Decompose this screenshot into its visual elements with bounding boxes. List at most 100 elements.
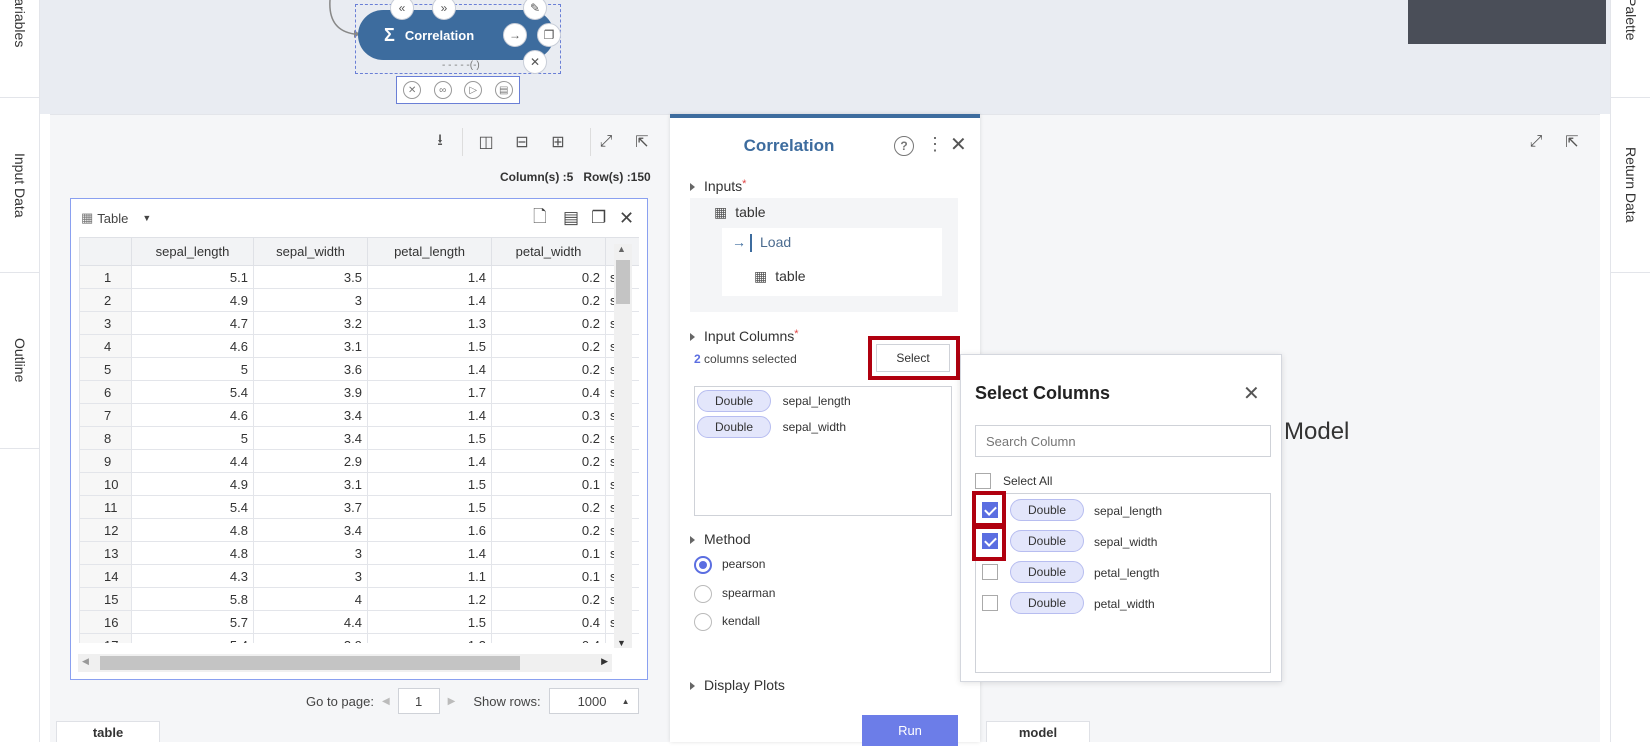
table-cell[interactable]: 1.5: [367, 495, 492, 519]
table-cell[interactable]: 3.1: [253, 334, 368, 358]
table-cell[interactable]: 3.9: [253, 380, 368, 404]
add-sheet-icon[interactable]: 🗋: [533, 204, 547, 233]
table-cell[interactable]: 5: [131, 426, 254, 450]
table-row[interactable]: 165.74.41.50.4se: [79, 610, 639, 634]
table-cell[interactable]: 0.2: [491, 587, 606, 611]
load-item[interactable]: → Load ▦ table: [722, 228, 942, 296]
column-header[interactable]: petal_width: [491, 237, 606, 266]
scroll-up-icon[interactable]: ▲: [617, 244, 626, 254]
popout-icon[interactable]: ⇱: [1562, 132, 1582, 152]
column-checkbox[interactable]: [982, 595, 998, 611]
table-cell[interactable]: 4.9: [131, 288, 254, 312]
table-cell[interactable]: 4.3: [131, 564, 254, 588]
close-icon[interactable]: ✕: [950, 132, 967, 157]
table-cell[interactable]: 1.4: [367, 541, 492, 565]
table-row[interactable]: 44.63.11.50.2se: [79, 334, 639, 358]
radio-checked[interactable]: [694, 556, 712, 574]
scroll-thumb[interactable]: [100, 656, 520, 670]
table-cell[interactable]: 4.9: [131, 472, 254, 496]
table-cell[interactable]: 5.1: [131, 265, 254, 289]
table-cell[interactable]: 1.4: [367, 265, 492, 289]
table-cell[interactable]: 0.2: [491, 449, 606, 473]
method-option-kendall[interactable]: kendall: [694, 613, 760, 631]
table-cell[interactable]: 1.7: [367, 380, 492, 404]
copy-icon[interactable]: ❐: [537, 23, 561, 47]
table-cell[interactable]: 0.3: [491, 403, 606, 427]
prev-page-icon[interactable]: ◀: [382, 696, 390, 707]
rail-tab-palette[interactable]: Palette: [1611, 0, 1650, 98]
tab-table[interactable]: table: [56, 721, 160, 742]
radio-unchecked[interactable]: [694, 613, 712, 631]
column-header[interactable]: [79, 237, 132, 266]
table-cell[interactable]: 3.4: [253, 518, 368, 542]
grid-layout-icon[interactable]: ⊞: [548, 132, 568, 152]
page-input[interactable]: 1: [397, 688, 440, 714]
table-row[interactable]: 104.93.11.50.1se: [79, 472, 639, 496]
table-cell[interactable]: 5: [131, 357, 254, 381]
method-option-spearman[interactable]: spearman: [694, 585, 775, 603]
table-cell[interactable]: 1.2: [367, 587, 492, 611]
next-page-icon[interactable]: ▶: [448, 696, 456, 707]
table-cell[interactable]: 0.1: [491, 472, 606, 496]
column-checkbox[interactable]: [982, 564, 998, 580]
table-cell[interactable]: 1.4: [367, 288, 492, 312]
table-row[interactable]: 34.73.21.30.2se: [79, 311, 639, 335]
table-cell[interactable]: 1.4: [367, 357, 492, 381]
vertical-scrollbar[interactable]: ▲ ▼: [614, 244, 632, 648]
close-table-icon[interactable]: ✕: [619, 208, 634, 229]
table-cell[interactable]: 5.7: [131, 610, 254, 634]
table-cell[interactable]: 1.5: [367, 472, 492, 496]
table-cell[interactable]: 5.8: [131, 587, 254, 611]
table-settings-icon[interactable]: ▤: [563, 208, 579, 228]
input-table-item[interactable]: ▦ table: [714, 204, 766, 221]
table-cell[interactable]: 5.4: [131, 495, 254, 519]
rail-tab-outline[interactable]: Outline: [0, 273, 40, 449]
table-cell[interactable]: 0.2: [491, 334, 606, 358]
table-cell[interactable]: 4.8: [131, 518, 254, 542]
table-cell[interactable]: 4.6: [131, 403, 254, 427]
table-cell[interactable]: 3.5: [253, 265, 368, 289]
minimap[interactable]: [1408, 0, 1606, 44]
table-cell[interactable]: 0.2: [491, 426, 606, 450]
expand-icon[interactable]: ⤢: [1526, 132, 1546, 152]
table-cell[interactable]: 2.9: [253, 449, 368, 473]
workflow-canvas[interactable]: Σ Correlation « » ✎ → ❐ ✕ - - - - -(-) ✕…: [40, 0, 1610, 114]
table-row[interactable]: 24.931.40.2se: [79, 288, 639, 312]
download-icon[interactable]: ⭳: [430, 132, 450, 152]
table-cell[interactable]: 0.4: [491, 380, 606, 404]
table-cell[interactable]: 4.4: [253, 610, 368, 634]
table-cell[interactable]: 0.2: [491, 495, 606, 519]
table-cell[interactable]: 4.4: [131, 449, 254, 473]
rail-tab-return-data[interactable]: Return Data: [1611, 98, 1650, 273]
table-cell[interactable]: 0.2: [491, 357, 606, 381]
tab-model[interactable]: model: [986, 721, 1090, 742]
table-cell[interactable]: 3.2: [253, 311, 368, 335]
table-row[interactable]: 853.41.50.2se: [79, 426, 639, 450]
table-cell[interactable]: 5.4: [131, 380, 254, 404]
table-cell[interactable]: 3: [253, 564, 368, 588]
table-cell[interactable]: 1.6: [367, 518, 492, 542]
table-row[interactable]: 155.841.20.2se: [79, 587, 639, 611]
close-icon[interactable]: ✕: [523, 50, 547, 74]
stop-icon[interactable]: ✕: [403, 81, 422, 99]
inputs-section[interactable]: Inputs*: [690, 178, 746, 194]
split-horizontal-icon[interactable]: ⊟: [512, 132, 532, 152]
table-cell[interactable]: 0.4: [491, 633, 606, 643]
table-cell[interactable]: 1.3: [367, 633, 492, 643]
rail-tab-input-data[interactable]: Input Data: [0, 98, 40, 273]
table-row[interactable]: 115.43.71.50.2se: [79, 495, 639, 519]
scroll-right-icon[interactable]: ▶: [601, 656, 608, 667]
chevron-down-icon[interactable]: ▼: [142, 213, 151, 223]
close-icon[interactable]: ✕: [1243, 381, 1260, 406]
table-cell[interactable]: 3.7: [253, 495, 368, 519]
table-cell[interactable]: 1.1: [367, 564, 492, 588]
table-cell[interactable]: 5.4: [131, 633, 254, 643]
scroll-down-icon[interactable]: ▼: [617, 638, 626, 648]
table-row[interactable]: 94.42.91.40.2se: [79, 449, 639, 473]
table-cell[interactable]: 4.7: [131, 311, 254, 335]
table-cell[interactable]: 3: [253, 288, 368, 312]
table-cell[interactable]: 4.6: [131, 334, 254, 358]
table-cell[interactable]: 0.4: [491, 610, 606, 634]
table-row[interactable]: 175.43.91.30.4se: [79, 633, 639, 643]
column-header[interactable]: sepal_width: [253, 237, 368, 266]
